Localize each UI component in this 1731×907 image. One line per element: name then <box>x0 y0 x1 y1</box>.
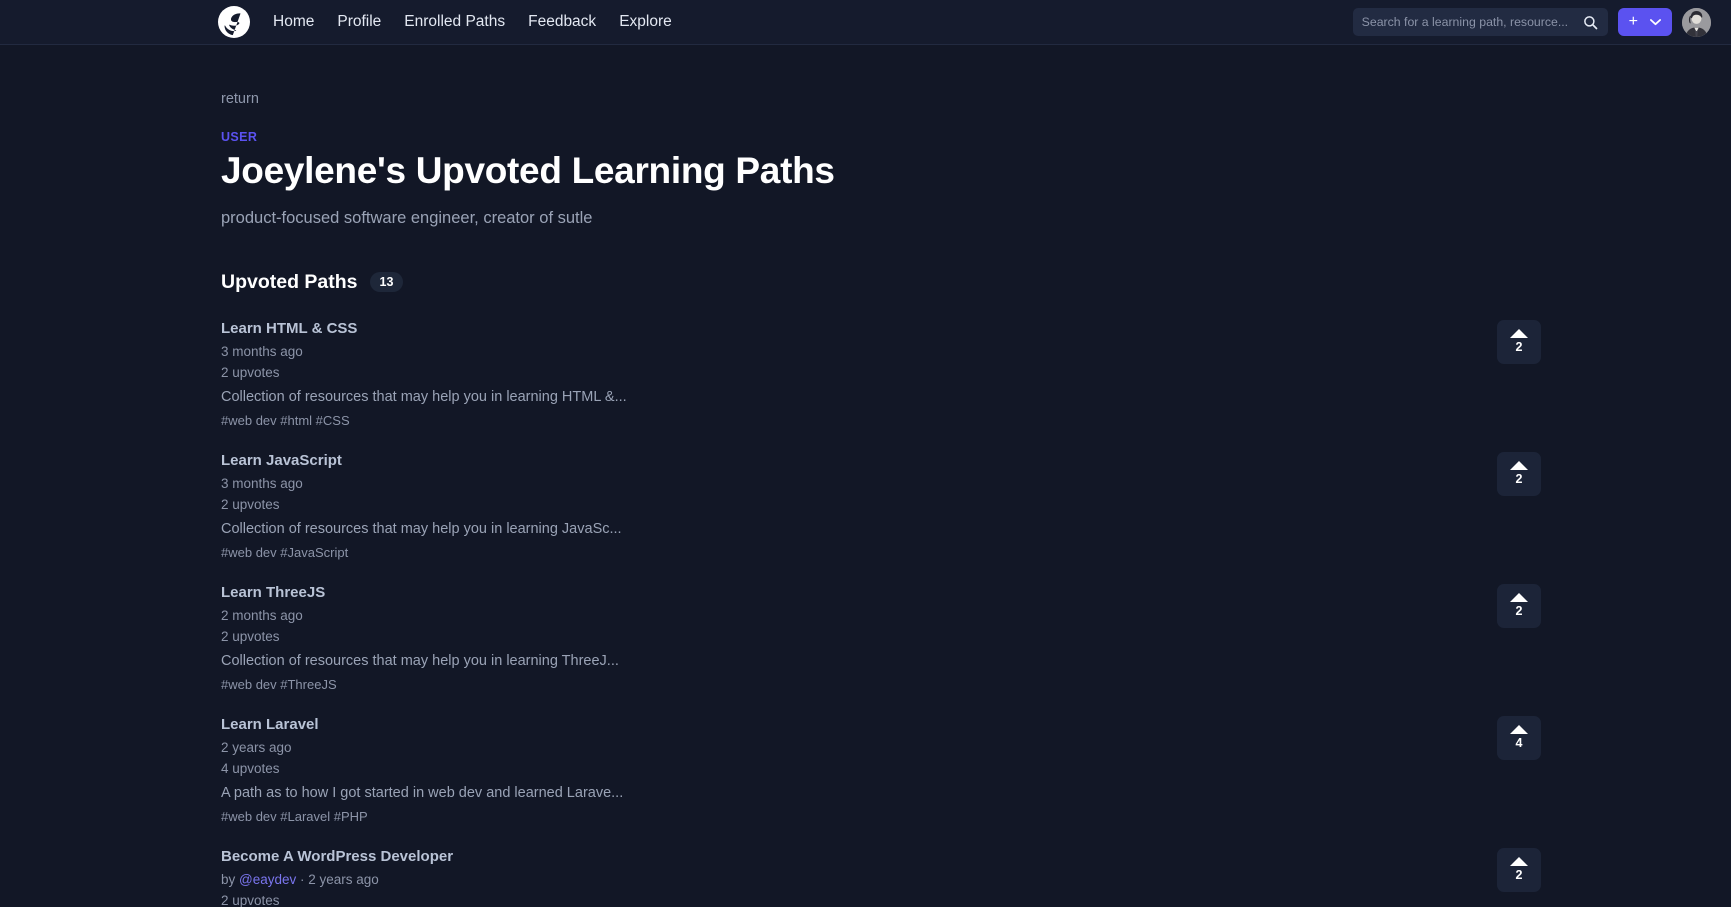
nav-link-enrolled-paths[interactable]: Enrolled Paths <box>404 14 505 30</box>
path-timestamp: 3 months ago <box>221 343 303 359</box>
upvote-count: 2 <box>1515 868 1523 883</box>
upvote-button[interactable]: 2 <box>1497 451 1541 496</box>
nav-link-feedback[interactable]: Feedback <box>528 14 596 30</box>
path-upvote-count-text: 2 upvotes <box>221 628 280 644</box>
sutle-logo-icon[interactable] <box>218 6 250 38</box>
section-header: Upvoted Paths 13 <box>221 271 1731 294</box>
path-timestamp: · 2 years ago <box>296 871 379 887</box>
path-timestamp: 2 months ago <box>221 607 303 623</box>
path-upvote-count-text: 4 upvotes <box>221 760 280 776</box>
path-description: A path as to how I got started in web de… <box>221 784 624 801</box>
upvote-arrow-icon <box>1510 329 1528 339</box>
list-item[interactable]: Become A WordPress Developer by @eaydev … <box>221 838 1731 907</box>
path-upvote-count-text: 2 upvotes <box>221 892 280 907</box>
upvote-count: 4 <box>1515 736 1523 751</box>
upvote-button[interactable]: 2 <box>1497 319 1541 364</box>
upvote-button[interactable]: 4 <box>1497 715 1541 760</box>
navbar-left-group: Home Profile Enrolled Paths Feedback Exp… <box>218 6 672 38</box>
search-input[interactable] <box>1361 15 1583 29</box>
path-description: Collection of resources that may help yo… <box>221 652 619 669</box>
path-author-prefix: by <box>221 871 240 887</box>
page-subtitle: product-focused software engineer, creat… <box>221 208 593 227</box>
path-description: Collection of resources that may help yo… <box>221 520 622 537</box>
upvote-button[interactable]: 2 <box>1497 583 1541 628</box>
chevron-down-icon[interactable] <box>1650 18 1661 26</box>
navbar-links: Home Profile Enrolled Paths Feedback Exp… <box>273 14 672 30</box>
list-item[interactable]: Learn JavaScript 3 months ago 2 upvotes … <box>221 442 1731 574</box>
return-link[interactable]: return <box>221 91 259 107</box>
path-upvote-count-text: 2 upvotes <box>221 364 280 380</box>
path-tags: #web dev #html #CSS <box>221 412 350 428</box>
upvote-arrow-icon <box>1510 725 1528 735</box>
path-tags: #web dev #JavaScript <box>221 544 349 560</box>
list-item[interactable]: Learn HTML & CSS 3 months ago 2 upvotes … <box>221 310 1731 442</box>
plus-icon: + <box>1628 13 1638 30</box>
upvote-arrow-icon <box>1510 593 1528 603</box>
upvote-arrow-icon <box>1510 857 1528 867</box>
navbar-right-group: + <box>1352 7 1711 37</box>
upvote-count: 2 <box>1515 340 1523 355</box>
create-button[interactable]: + <box>1617 8 1672 36</box>
path-upvote-count-text: 2 upvotes <box>221 496 280 512</box>
path-timestamp: 3 months ago <box>221 475 303 491</box>
page-title: Joeylene's Upvoted Learning Paths <box>221 150 835 191</box>
path-description: Collection of resources that may help yo… <box>221 388 627 405</box>
search-icon[interactable] <box>1583 14 1599 30</box>
user-avatar[interactable] <box>1682 7 1711 37</box>
page-eyebrow-user: USER <box>221 130 258 144</box>
section-title: Upvoted Paths <box>221 270 358 293</box>
nav-link-home[interactable]: Home <box>273 14 314 30</box>
upvote-button[interactable]: 2 <box>1497 847 1541 892</box>
search-box[interactable] <box>1352 8 1608 36</box>
nav-link-profile[interactable]: Profile <box>337 14 381 30</box>
nav-link-explore[interactable]: Explore <box>619 14 672 30</box>
upvoted-paths-list: Learn HTML & CSS 3 months ago 2 upvotes … <box>221 310 1731 907</box>
list-item[interactable]: Learn ThreeJS 2 months ago 2 upvotes Col… <box>221 574 1731 706</box>
path-timestamp: 2 years ago <box>221 739 292 755</box>
path-tags: #web dev #ThreeJS <box>221 676 337 692</box>
page-content: return USER Joeylene's Upvoted Learning … <box>0 45 1731 907</box>
top-navbar: Home Profile Enrolled Paths Feedback Exp… <box>0 0 1731 45</box>
upvoted-paths-count-badge: 13 <box>369 271 404 293</box>
upvote-arrow-icon <box>1510 461 1528 471</box>
upvote-count: 2 <box>1515 604 1523 619</box>
list-item[interactable]: Learn Laravel 2 years ago 4 upvotes A pa… <box>221 706 1731 838</box>
upvote-count: 2 <box>1515 472 1523 487</box>
path-tags: #web dev #Laravel #PHP <box>221 808 368 824</box>
path-author-link[interactable]: @eaydev <box>239 872 296 887</box>
